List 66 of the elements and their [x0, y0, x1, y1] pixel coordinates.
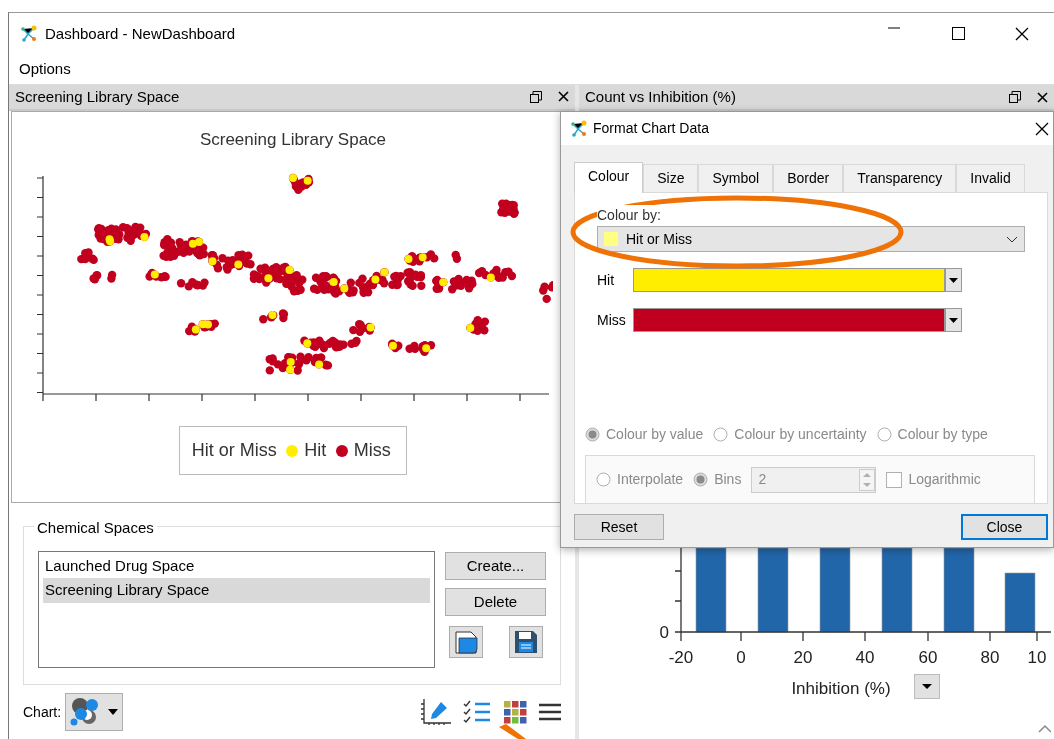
chevron-down-icon — [1006, 235, 1018, 243]
dropdown-button[interactable] — [945, 268, 962, 292]
axis-tick-label: 60 — [918, 648, 938, 667]
legend-title: Hit or Miss — [191, 439, 277, 463]
window-title: Dashboard - NewDashboard — [45, 23, 236, 44]
tab[interactable]: Invalid — [956, 164, 1025, 192]
chart-title: Screening Library Space — [199, 128, 387, 151]
scatter-dots-icon — [70, 697, 101, 727]
chart-type-dropdown[interactable] — [65, 693, 124, 731]
app-logo-icon — [569, 119, 587, 138]
radio-option[interactable]: Colour by type — [876, 424, 988, 445]
radio-option[interactable]: Colour by uncertainty — [713, 424, 867, 445]
create-button[interactable]: Create... — [445, 551, 546, 580]
reset-button[interactable]: Reset — [574, 514, 664, 540]
colour-by-label: Colour by: — [597, 205, 663, 226]
colour-grid-icon[interactable] — [503, 700, 527, 724]
chart-label: Chart: — [23, 702, 62, 722]
tab[interactable]: Size — [643, 164, 699, 192]
radio-option[interactable]: Colour by value — [585, 424, 704, 445]
close-icon[interactable] — [1037, 91, 1048, 103]
list-item[interactable]: Launched Drug Space — [43, 553, 430, 579]
axis-tick-label: -20 — [668, 648, 694, 667]
axis-tick-label: 0 — [659, 623, 669, 642]
folder-icon — [452, 629, 479, 656]
checklist-icon[interactable] — [463, 700, 491, 724]
chevron-up-icon[interactable] — [1038, 724, 1051, 733]
app-logo-icon — [19, 25, 37, 43]
restore-icon[interactable] — [1009, 91, 1021, 103]
legend-label: Miss — [353, 439, 391, 463]
panel-title: Count vs Inhibition (%) — [585, 86, 736, 107]
axis-tick-label: 20 — [793, 648, 813, 667]
dialog-title: Format Chart Data — [593, 119, 709, 138]
open-button[interactable] — [448, 626, 483, 659]
close-icon[interactable] — [558, 91, 569, 103]
list-item[interactable]: Screening Library Space — [43, 578, 430, 603]
caret-icon — [949, 277, 958, 283]
maximize-icon[interactable] — [951, 27, 965, 40]
axis-tick-label: 80 — [980, 648, 1000, 667]
close-icon[interactable] — [1015, 27, 1029, 41]
colour-label: Miss — [597, 310, 627, 330]
close-button[interactable]: Close — [961, 514, 1048, 540]
axis-title: Inhibition (%) — [791, 679, 891, 698]
panel-title: Screening Library Space — [15, 86, 180, 107]
axis-dropdown-button[interactable] — [914, 674, 940, 699]
menu-icon[interactable] — [539, 703, 561, 721]
axis-tick-label: 0 — [736, 648, 746, 667]
axis-tick-label: 40 — [855, 648, 875, 667]
save-icon — [513, 630, 538, 655]
delete-button[interactable]: Delete — [445, 587, 546, 616]
save-button[interactable] — [508, 626, 543, 659]
restore-icon[interactable] — [530, 90, 542, 103]
caret-icon — [949, 317, 958, 323]
tab[interactable]: Colour — [574, 162, 644, 193]
close-icon[interactable] — [1035, 121, 1049, 136]
caret-icon — [108, 709, 119, 715]
list-box[interactable]: Launched Drug Space Screening Library Space — [38, 550, 435, 668]
colour-label: Hit — [597, 270, 616, 290]
menu-item[interactable]: Options — [19, 58, 71, 81]
axis-tick-label: 10 — [1027, 648, 1047, 667]
axis-edit-icon[interactable] — [421, 699, 451, 725]
legend-label: Hit — [304, 439, 327, 463]
tab[interactable]: Border — [773, 164, 844, 192]
tab[interactable]: Symbol — [698, 164, 774, 192]
dropdown-button[interactable] — [945, 308, 962, 332]
colour-by-dropdown[interactable]: Hit or Miss — [597, 226, 1025, 252]
tab[interactable]: Transparency — [843, 164, 957, 192]
